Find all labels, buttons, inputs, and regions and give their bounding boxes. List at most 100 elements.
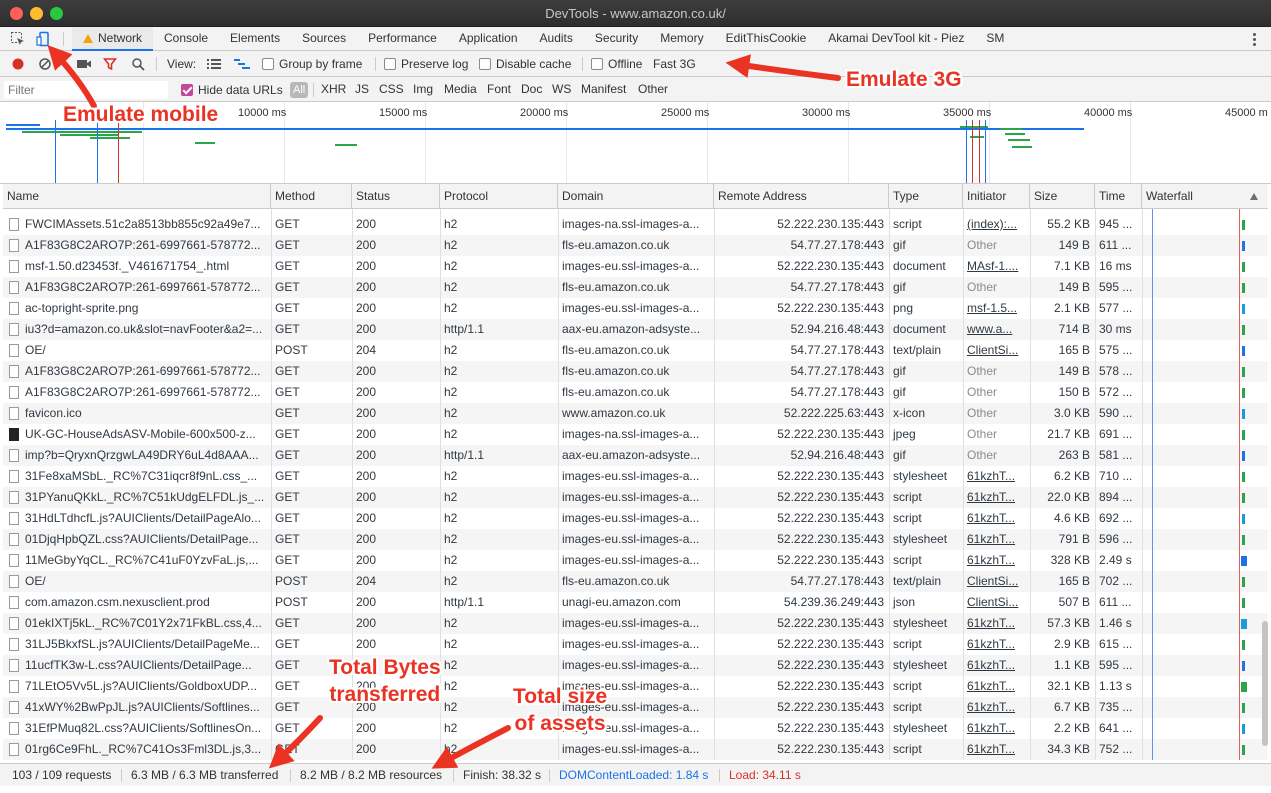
row-name[interactable]: 41xWY%2BwPpJL.js?AUIClients/Softlines... [3, 697, 270, 718]
row-initiator[interactable]: 61kzhT... [963, 550, 1029, 571]
table-row[interactable]: msf-1.50.d23453f._V461671754_.html GET 200… [3, 256, 1268, 277]
tab-sources[interactable]: Sources [291, 27, 357, 51]
column-initiator[interactable]: Initiator [963, 184, 1030, 209]
table-row[interactable]: iu3?d=amazon.co.uk&slot=navFooter&a2=...… [3, 319, 1268, 340]
filter-type-doc[interactable]: Doc [521, 77, 542, 102]
row-initiator[interactable]: ClientSi... [963, 571, 1029, 592]
filter-type-ws[interactable]: WS [552, 77, 571, 102]
row-name[interactable]: A1F83G8C2ARO7P:261-6997661-578772... [3, 361, 270, 382]
column-protocol[interactable]: Protocol [440, 184, 558, 209]
row-initiator[interactable]: 61kzhT... [963, 634, 1029, 655]
table-row[interactable]: 31LJ5BkxfSL.js?AUIClients/DetailPageMe..… [3, 634, 1268, 655]
row-initiator[interactable]: ClientSi... [963, 340, 1029, 361]
tab-security[interactable]: Security [584, 27, 649, 51]
table-row[interactable]: 31HdLTdhcfL.js?AUIClients/DetailPageAlo.… [3, 508, 1268, 529]
filter-type-font[interactable]: Font [487, 77, 511, 102]
row-name[interactable]: 01ekIXTj5kL._RC%7C01Y2x71FkBL.css,4... [3, 613, 270, 634]
row-name[interactable]: 01rg6Ce9FhL._RC%7C41Os3Fml3DL.js,3... [3, 739, 270, 760]
offline-checkbox[interactable]: Offline [591, 51, 642, 77]
row-initiator[interactable]: www.a... [963, 319, 1029, 340]
table-scrollbar[interactable] [1262, 621, 1268, 746]
table-row[interactable]: 11MeGbyYqCL._RC%7C41uF0YzvFaL.js,... GET 2… [3, 550, 1268, 571]
row-name[interactable]: favicon.ico [3, 403, 270, 424]
table-row[interactable]: 01DjqHpbQZL.css?AUIClients/DetailPage...… [3, 529, 1268, 550]
device-toggle-icon[interactable] [35, 30, 53, 48]
row-name[interactable]: 31Fe8xaMSbL._RC%7C31iqcr8f9nL.css_... [3, 466, 270, 487]
tab-console[interactable]: Console [153, 27, 219, 51]
row-name[interactable]: 31HdLTdhcfL.js?AUIClients/DetailPageAlo.… [3, 508, 270, 529]
filter-type-css[interactable]: CSS [379, 77, 404, 102]
filter-type-img[interactable]: Img [413, 77, 433, 102]
table-row[interactable]: 01rg6Ce9FhL._RC%7C41Os3Fml3DL.js,3... GET… [3, 739, 1268, 760]
table-row[interactable]: A1F83G8C2ARO7P:261-6997661-578772... GET 2… [3, 361, 1268, 382]
row-name[interactable]: com.amazon.csm.nexusclient.prod [3, 592, 270, 613]
row-name[interactable]: A1F83G8C2ARO7P:261-6997661-578772... [3, 382, 270, 403]
row-initiator[interactable]: 61kzhT... [963, 655, 1029, 676]
row-initiator[interactable]: (index):... [963, 214, 1029, 235]
table-row[interactable]: UK-GC-HouseAdsASV-Mobile-600x500-z... GET… [3, 424, 1268, 445]
checkbox[interactable] [479, 58, 491, 70]
table-row[interactable]: favicon.ico GET 200 h2 www.amazon.co.uk 52.22… [3, 403, 1268, 424]
table-row[interactable]: 31PYanuQKkL._RC%7C51kUdgELFDL.js_... GET 2… [3, 487, 1268, 508]
tab-elements[interactable]: Elements [219, 27, 291, 51]
column-remote-address[interactable]: Remote Address [714, 184, 889, 209]
filter-type-all[interactable]: All [290, 82, 309, 98]
list-view-icon[interactable] [207, 51, 221, 77]
waterfall-view-icon[interactable] [234, 51, 250, 77]
row-initiator[interactable]: 61kzhT... [963, 613, 1029, 634]
row-initiator[interactable]: MAsf-1.... [963, 256, 1029, 277]
tab-memory[interactable]: Memory [649, 27, 714, 51]
row-name[interactable]: imp?b=QryxnQrzgwLA49DRY6uL4d8AAA... [3, 445, 270, 466]
column-name[interactable]: Name [3, 184, 271, 209]
row-name[interactable]: 31PYanuQKkL._RC%7C51kUdgELFDL.js_... [3, 487, 270, 508]
tab-editthiscookie[interactable]: EditThisCookie [715, 27, 818, 51]
row-initiator[interactable]: 61kzhT... [963, 529, 1029, 550]
sort-ascending-icon[interactable] [1250, 193, 1258, 200]
tab-performance[interactable]: Performance [357, 27, 448, 51]
column-size[interactable]: Size [1030, 184, 1095, 209]
table-row[interactable]: 71LEtO5Vv5L.js?AUIClients/GoldboxUDP... G… [3, 676, 1268, 697]
row-name[interactable]: iu3?d=amazon.co.uk&slot=navFooter&a2=... [3, 319, 270, 340]
checkbox[interactable] [181, 83, 193, 96]
table-row[interactable]: A1F83G8C2ARO7P:261-6997661-578772... GET 2… [3, 382, 1268, 403]
row-name[interactable]: FWCIMAssets.51c2a8513bb855c92a49e7... [3, 214, 270, 235]
row-initiator[interactable]: 61kzhT... [963, 508, 1029, 529]
camera-icon[interactable] [76, 51, 92, 77]
row-name[interactable]: 01DjqHpbQZL.css?AUIClients/DetailPage... [3, 529, 270, 550]
clear-icon[interactable] [38, 51, 52, 77]
table-row[interactable]: 31Fe8xaMSbL._RC%7C31iqcr8f9nL.css_... GET… [3, 466, 1268, 487]
row-initiator[interactable]: 61kzhT... [963, 718, 1029, 739]
tab-sm[interactable]: SM [975, 27, 1015, 51]
search-icon[interactable] [131, 51, 145, 77]
column-time[interactable]: Time [1095, 184, 1142, 209]
table-row[interactable]: A1F83G8C2ARO7P:261-6997661-578772... GET 2… [3, 277, 1268, 298]
table-row[interactable]: com.amazon.csm.nexusclient.prod POST 200 ht… [3, 592, 1268, 613]
filter-type-manifest[interactable]: Manifest [581, 77, 626, 102]
table-row[interactable]: 31EfPMuq82L.css?AUIClients/SoftlinesOn..… [3, 718, 1268, 739]
table-row[interactable]: OE/POST 204 h2 fls-eu.amazon.co.uk 54.77.27.… [3, 571, 1268, 592]
row-initiator[interactable]: msf-1.5... [963, 298, 1029, 319]
row-initiator[interactable]: 61kzhT... [963, 676, 1029, 697]
filter-type-js[interactable]: JS [355, 77, 369, 102]
checkbox[interactable] [384, 58, 396, 70]
requests-table[interactable]: FWCIMAssets.51c2a8513bb855c92a49e7... GET… [3, 209, 1268, 760]
row-name[interactable]: OE/ [3, 571, 270, 592]
filter-type-xhr[interactable]: XHR [321, 77, 346, 102]
row-initiator[interactable]: 61kzhT... [963, 697, 1029, 718]
filter-icon[interactable] [103, 51, 117, 77]
row-name[interactable]: msf-1.50.d23453f._V461671754_.html [3, 256, 270, 277]
throttling-select[interactable]: Fast 3G [653, 51, 696, 77]
checkbox[interactable] [591, 58, 603, 70]
group-by-frame-checkbox[interactable]: Group by frame [262, 51, 362, 77]
inspect-element-icon[interactable] [9, 30, 27, 48]
row-name[interactable]: 31EfPMuq82L.css?AUIClients/SoftlinesOn..… [3, 718, 270, 739]
preserve-log-checkbox[interactable]: Preserve log [384, 51, 468, 77]
filter-type-media[interactable]: Media [444, 77, 477, 102]
record-icon[interactable] [11, 51, 25, 77]
table-row[interactable]: A1F83G8C2ARO7P:261-6997661-578772... GET 2… [3, 235, 1268, 256]
filter-type-other[interactable]: Other [638, 77, 668, 102]
tab-audits[interactable]: Audits [529, 27, 584, 51]
table-row[interactable]: ac-topright-sprite.png GET 200 h2 images-eu.… [3, 298, 1268, 319]
filter-input[interactable] [4, 81, 168, 99]
tab-akamai-devtool-kit[interactable]: Akamai DevTool kit - Piez [817, 27, 975, 51]
